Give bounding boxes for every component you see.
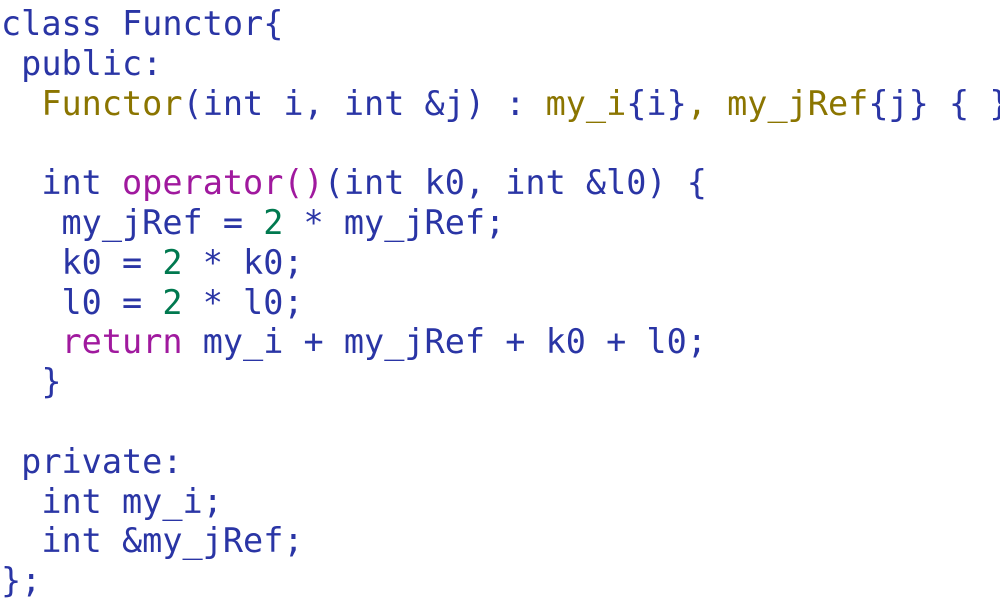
code-token-plain: * k0;: [182, 242, 304, 282]
code-token-plain: (int k0, int &l0) {: [323, 163, 707, 203]
code-token-plain: my_i + my_jRef + k0 + l0;: [182, 322, 707, 362]
code-line: public:: [0, 44, 1000, 84]
code-token-plain: (int i, int &j) :: [182, 83, 546, 123]
code-token-number: 2: [162, 282, 183, 322]
code-line: private:: [0, 442, 1000, 482]
code-line: l0 = 2 * l0;: [0, 283, 1000, 323]
code-token-operator: (): [283, 163, 324, 203]
code-line: int operator()(int k0, int &l0) {: [0, 163, 1000, 203]
code-token-operator: operator: [122, 163, 284, 203]
code-line: k0 = 2 * k0;: [0, 243, 1000, 283]
code-token-member: my_jRef: [727, 83, 869, 123]
code-line: };: [0, 561, 1000, 601]
code-token-plain: l0 =: [1, 282, 163, 322]
code-line: int my_i;: [0, 482, 1000, 522]
code-token-plain: * my_jRef;: [283, 202, 506, 242]
code-token-number: 2: [162, 242, 183, 282]
code-line: Functor(int i, int &j) : my_i{i}, my_jRe…: [0, 84, 1000, 124]
code-line: my_jRef = 2 * my_jRef;: [0, 203, 1000, 243]
code-token-plain: { }: [948, 83, 1000, 123]
code-token-member: ,: [686, 83, 728, 123]
code-token-plain: * l0;: [182, 282, 304, 322]
code-token-plain: }: [1, 362, 62, 402]
code-token-plain: };: [1, 561, 42, 601]
code-token-plain: my_jRef =: [1, 202, 264, 242]
code-line: return my_i + my_jRef + k0 + l0;: [0, 322, 1000, 362]
code-token-plain: public:: [1, 43, 163, 83]
code-token-punct: {j}: [868, 83, 929, 123]
code-token-ctor: Functor: [41, 83, 183, 123]
code-token-plain: int: [1, 163, 123, 203]
code-token-member: my_i: [545, 83, 627, 123]
code-line: }: [0, 362, 1000, 402]
code-token-return: return: [61, 322, 183, 362]
code-token-plain: private:: [1, 441, 183, 481]
code-token-number: 2: [263, 202, 284, 242]
code-token-plain: int my_i;: [1, 481, 223, 521]
code-listing: class Functor{ public: Functor(int i, in…: [0, 0, 1000, 613]
code-token-plain: int &my_jRef;: [1, 521, 304, 561]
code-token-punct: {i}: [626, 83, 687, 123]
code-line: int &my_jRef;: [0, 521, 1000, 561]
code-token-plain: class Functor{: [1, 4, 284, 43]
code-line: class Functor{: [0, 4, 1000, 44]
code-token-plain: k0 =: [1, 242, 163, 282]
